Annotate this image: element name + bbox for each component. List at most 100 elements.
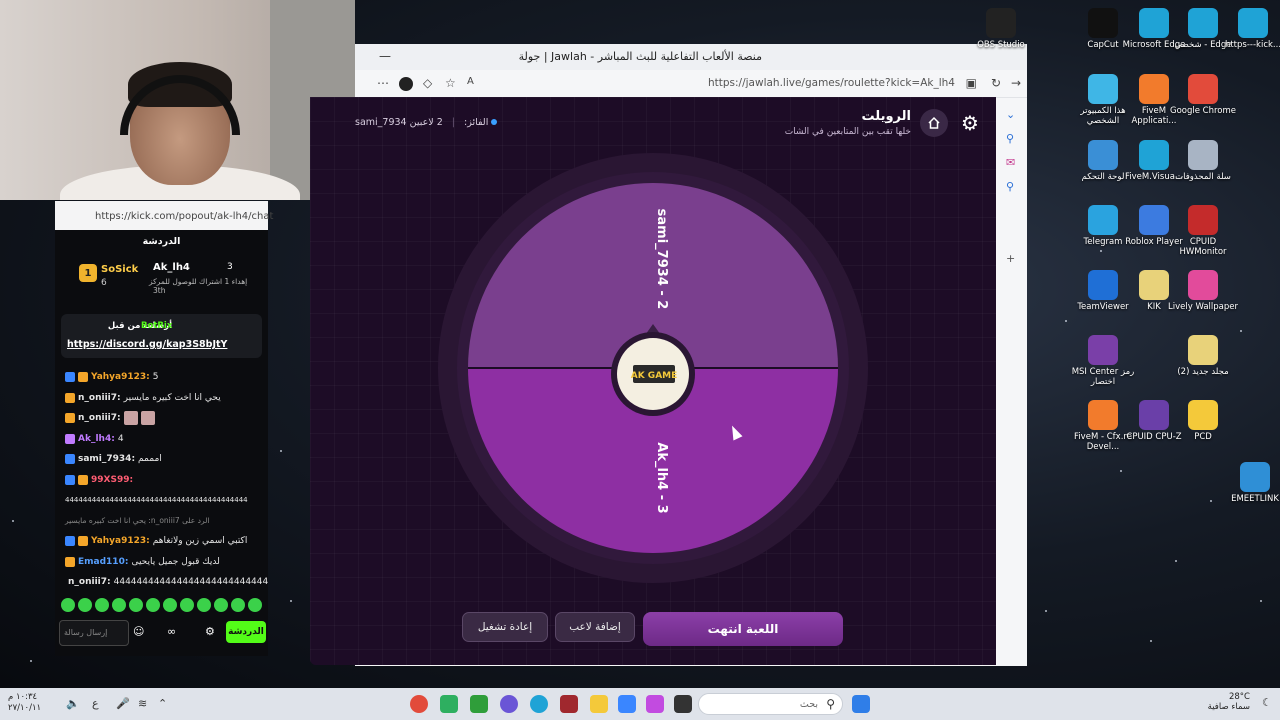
more-icon[interactable]: ⋯ xyxy=(377,76,389,90)
file-explorer-taskbar-icon[interactable] xyxy=(590,695,608,713)
chat-message: 99XS99: xyxy=(55,470,268,491)
desktop-icon[interactable]: Google Chrome xyxy=(1168,74,1238,117)
desktop-icon[interactable]: PCD xyxy=(1168,400,1238,443)
chat-messages: Yahya9123: 5 n_oniii7: يحي انا اخت كبيره م… xyxy=(55,367,268,593)
app-icon xyxy=(1188,74,1218,104)
emote-icon[interactable] xyxy=(180,598,194,612)
app-icon xyxy=(1139,8,1169,38)
infinity-icon[interactable]: ∞ xyxy=(167,625,176,638)
taskbar-search[interactable]: بحث ⚲ xyxy=(698,693,843,715)
chat-message: Ak_lh4: 4 xyxy=(55,429,268,450)
emote-icon[interactable] xyxy=(112,598,126,612)
read-aloud-icon[interactable]: A xyxy=(467,76,474,87)
badge-icon xyxy=(65,372,75,383)
emote-icon[interactable] xyxy=(61,598,75,612)
edge-taskbar-icon[interactable] xyxy=(530,695,548,713)
add-icon[interactable]: + xyxy=(1006,252,1015,265)
browser-titlebar: — جولة | Jawlah - منصة الألعاب التفاعلية… xyxy=(355,44,1027,70)
volume-icon[interactable]: 🔈 xyxy=(66,697,80,710)
chat-send-button[interactable]: الدردشة xyxy=(226,621,266,643)
mic-icon[interactable]: 🎤 xyxy=(116,697,130,710)
copilot-taskbar-icon[interactable] xyxy=(646,695,664,713)
desktop-icon[interactable]: Lively Wallpaper xyxy=(1168,270,1238,313)
emoji-icon[interactable]: ☺ xyxy=(133,625,144,638)
chat-message: n_oniii7: يحي انا اخت كبيره مايسير xyxy=(55,388,268,409)
leader-second-sub: إهداء 1 اشتراك للوصول للمركز xyxy=(149,277,248,286)
game-ended-button[interactable]: اللعبة انتهت xyxy=(643,612,843,646)
chat-message: sami_7934: امممم xyxy=(55,449,268,470)
start-icon[interactable] xyxy=(852,695,870,713)
desktop-icon-label: OBS Studio xyxy=(977,40,1025,50)
players-info: sami_7934 الفائز: | 2 لاعبين xyxy=(355,117,500,128)
terminal-taskbar-icon[interactable] xyxy=(674,695,692,713)
crown-icon xyxy=(65,392,75,403)
extensions-icon[interactable]: ◇ xyxy=(423,76,432,90)
chat-address-bar[interactable]: https://kick.com/popout/ak-lh4/chat xyxy=(55,201,273,230)
emote-icon[interactable] xyxy=(78,598,92,612)
desktop-icon[interactable]: OBS Studio xyxy=(966,8,1036,51)
leader-first-name: SoSick xyxy=(101,264,139,275)
desktop-icon[interactable]: https---kick... xyxy=(1218,8,1280,51)
game-header: ⚙ الرويلت خلها تقب بين المتابعين في الشا… xyxy=(310,97,996,147)
discover-icon[interactable]: ⚲ xyxy=(1006,180,1014,193)
leader-second-score: 3 xyxy=(227,262,233,272)
refresh-icon[interactable]: ↻ xyxy=(991,76,1001,90)
home-button[interactable] xyxy=(920,109,948,137)
chat-input[interactable]: إرسال رسالة xyxy=(59,620,129,646)
gear-icon[interactable]: ⚙ xyxy=(205,625,215,638)
emote-bar[interactable] xyxy=(61,598,262,614)
profile-icon[interactable] xyxy=(399,77,413,91)
emote-icon[interactable] xyxy=(146,598,160,612)
app-icon xyxy=(1088,400,1118,430)
taskbar-clock[interactable]: ١٠:٣٤ م ٢٧/١٠/١١ xyxy=(8,692,41,713)
pinned-message[interactable]: أرسلت من قبل BotRix https://discord.gg/k… xyxy=(61,314,262,358)
desktop-icon-label: مجلد جديد (2) xyxy=(1177,367,1229,377)
app-taskbar-icon[interactable] xyxy=(440,695,458,713)
weather-widget[interactable]: 28°C سماء صافية xyxy=(1208,692,1250,712)
desktop-icon[interactable]: مجلد جديد (2) xyxy=(1168,335,1238,378)
wifi-icon[interactable]: ≋ xyxy=(138,697,147,710)
store-taskbar-icon[interactable] xyxy=(618,695,636,713)
address-bar[interactable]: ⋯ ◇ ☆ A https://jawlah.live/games/roulet… xyxy=(355,70,1027,98)
emote-icon[interactable] xyxy=(248,598,262,612)
desktop-icon[interactable]: سلة المحذوفات xyxy=(1168,140,1238,183)
site-info-icon[interactable]: ▣ xyxy=(966,76,977,90)
replay-button[interactable]: إعادة تشغيل xyxy=(462,612,548,642)
chevron-down-icon[interactable]: ⌄ xyxy=(1006,108,1015,121)
language-indicator[interactable]: ع xyxy=(92,697,99,710)
moon-icon: ☾ xyxy=(1262,696,1272,709)
leader-second-name: Ak_lh4 xyxy=(153,262,190,273)
emote-icon[interactable] xyxy=(214,598,228,612)
emote-icon[interactable] xyxy=(129,598,143,612)
add-player-button[interactable]: إضافة لاعب xyxy=(555,612,635,642)
chat-url[interactable]: https://kick.com/popout/ak-lh4/chat xyxy=(95,211,273,222)
emote-icon[interactable] xyxy=(197,598,211,612)
home-icon xyxy=(928,116,940,129)
desktop-icon[interactable]: MSI Center رمز اختصار xyxy=(1068,335,1138,388)
app-icon xyxy=(1088,205,1118,235)
desktop-icon[interactable]: CPUID HWMonitor xyxy=(1168,205,1238,258)
settings-gear-icon[interactable]: ⚙ xyxy=(958,111,982,135)
status-dot xyxy=(491,119,498,125)
tools-icon[interactable]: ✉ xyxy=(1006,156,1015,169)
browser-sidebar: ⌄ ⚲ ✉ ⚲ + xyxy=(997,98,1027,666)
minimize-button[interactable]: — xyxy=(379,49,391,63)
game-title: الرويلت xyxy=(861,109,911,124)
chrome-taskbar-icon[interactable] xyxy=(410,695,428,713)
discord-taskbar-icon[interactable] xyxy=(500,695,518,713)
forward-icon[interactable]: → xyxy=(1011,76,1021,90)
emote-icon[interactable] xyxy=(163,598,177,612)
app-taskbar-icon[interactable] xyxy=(560,695,578,713)
discord-link[interactable]: https://discord.gg/kap3S8bJtY xyxy=(67,339,227,350)
chat-message: n_oniii7: xyxy=(55,408,268,429)
desktop-icon[interactable]: EMEETLINK xyxy=(1220,462,1280,505)
roulette-game: ⚙ الرويلت خلها تقب بين المتابعين في الشا… xyxy=(310,97,996,665)
favorite-icon[interactable]: ☆ xyxy=(445,76,456,90)
emote-icon[interactable] xyxy=(231,598,245,612)
url-text[interactable]: https://jawlah.live/games/roulette?kick=… xyxy=(708,77,955,89)
chevron-up-icon[interactable]: ⌃ xyxy=(158,697,167,710)
search-icon[interactable]: ⚲ xyxy=(1006,132,1014,145)
emote-icon[interactable] xyxy=(95,598,109,612)
xbox-taskbar-icon[interactable] xyxy=(470,695,488,713)
chat-message: 4444444444444444444444444444444444444444… xyxy=(65,496,248,505)
